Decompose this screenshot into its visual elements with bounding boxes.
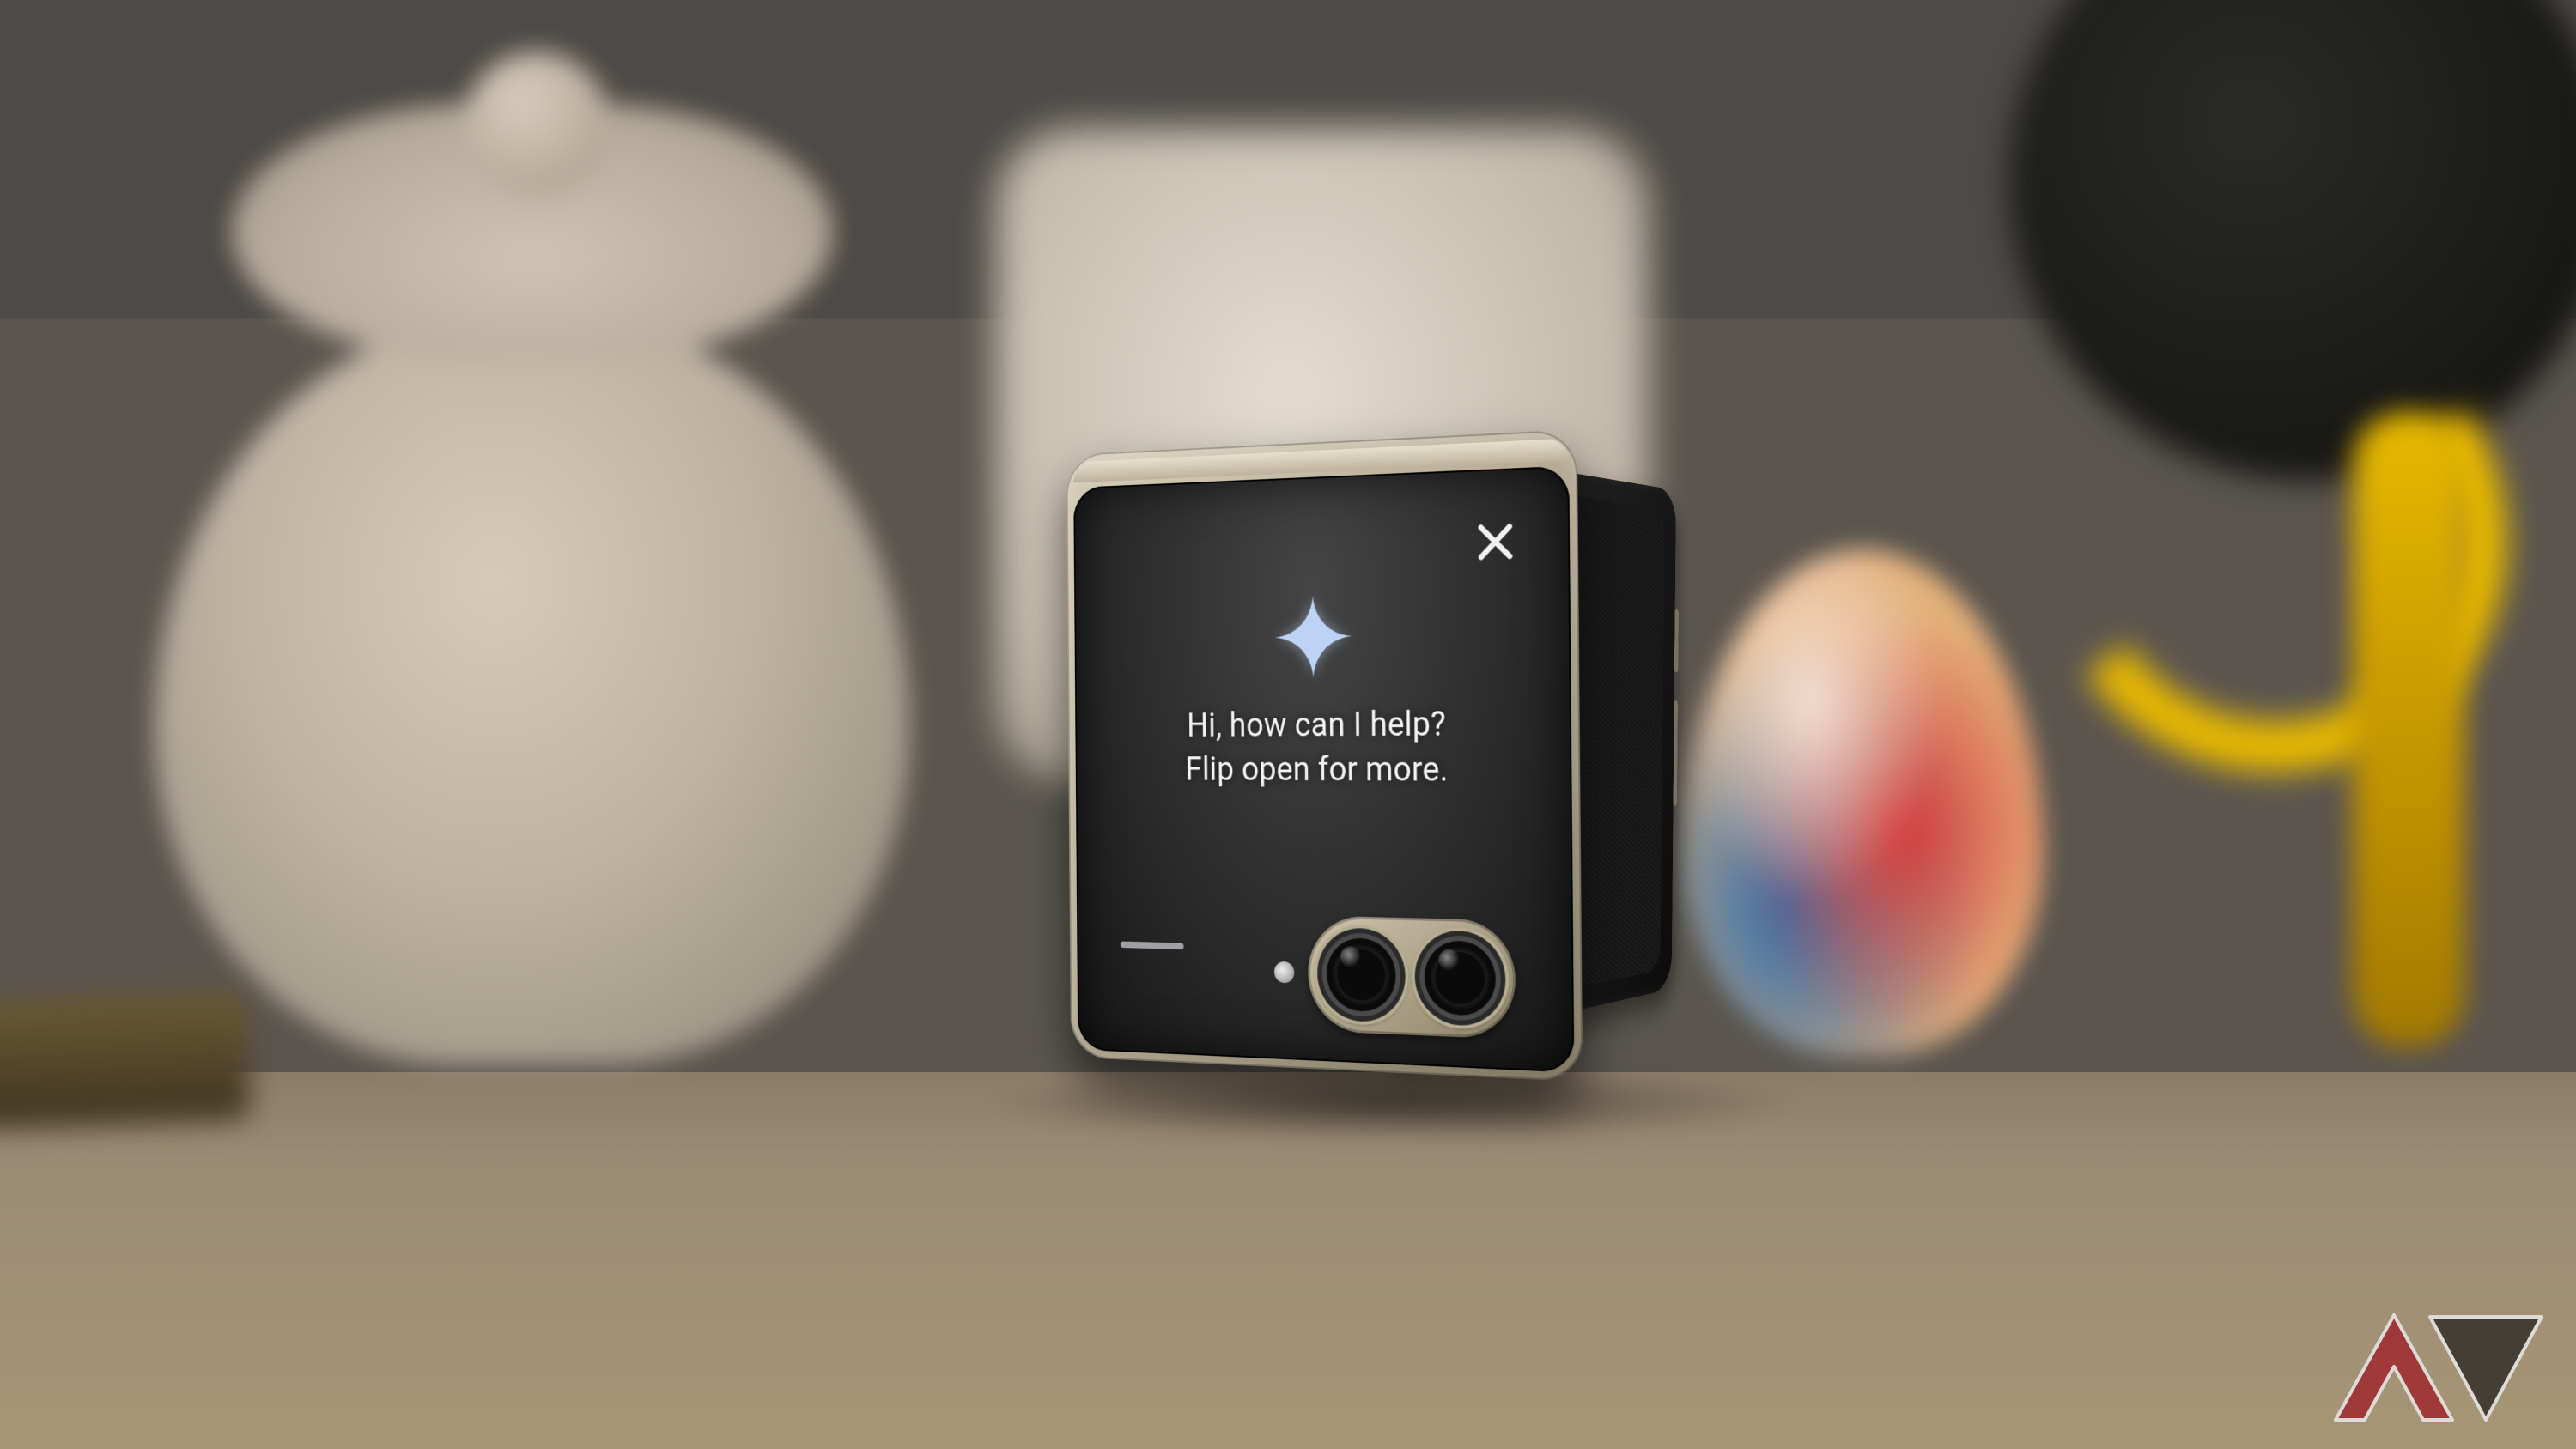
power-button[interactable] xyxy=(1673,700,1677,806)
photo-scene: Hi, how can I help? Flip open for more. xyxy=(0,0,2576,1449)
flip-phone: Hi, how can I help? Flip open for more. xyxy=(987,429,1820,1107)
close-icon[interactable] xyxy=(1471,516,1521,568)
volume-button[interactable] xyxy=(1674,609,1679,673)
phone-cover-half: Hi, how can I help? Flip open for more. xyxy=(1066,429,1583,1082)
cover-screen[interactable]: Hi, how can I help? Flip open for more. xyxy=(1073,466,1574,1073)
camera-lens-1 xyxy=(1317,927,1406,1023)
camera-module xyxy=(1308,915,1516,1040)
assistant-line-2: Flip open for more. xyxy=(1185,747,1448,792)
assistant-line-1: Hi, how can I help? xyxy=(1185,701,1448,748)
flash-icon xyxy=(1274,961,1294,984)
sparkle-icon xyxy=(1271,591,1355,682)
watermark-logo xyxy=(2327,1300,2550,1428)
globe-stand xyxy=(2353,412,2464,1047)
home-indicator[interactable] xyxy=(1121,941,1184,949)
camera-lens-2 xyxy=(1414,930,1505,1028)
coasters xyxy=(0,991,252,1129)
ceramic-jar xyxy=(120,103,945,1064)
assistant-prompt: Hi, how can I help? Flip open for more. xyxy=(1185,701,1449,792)
